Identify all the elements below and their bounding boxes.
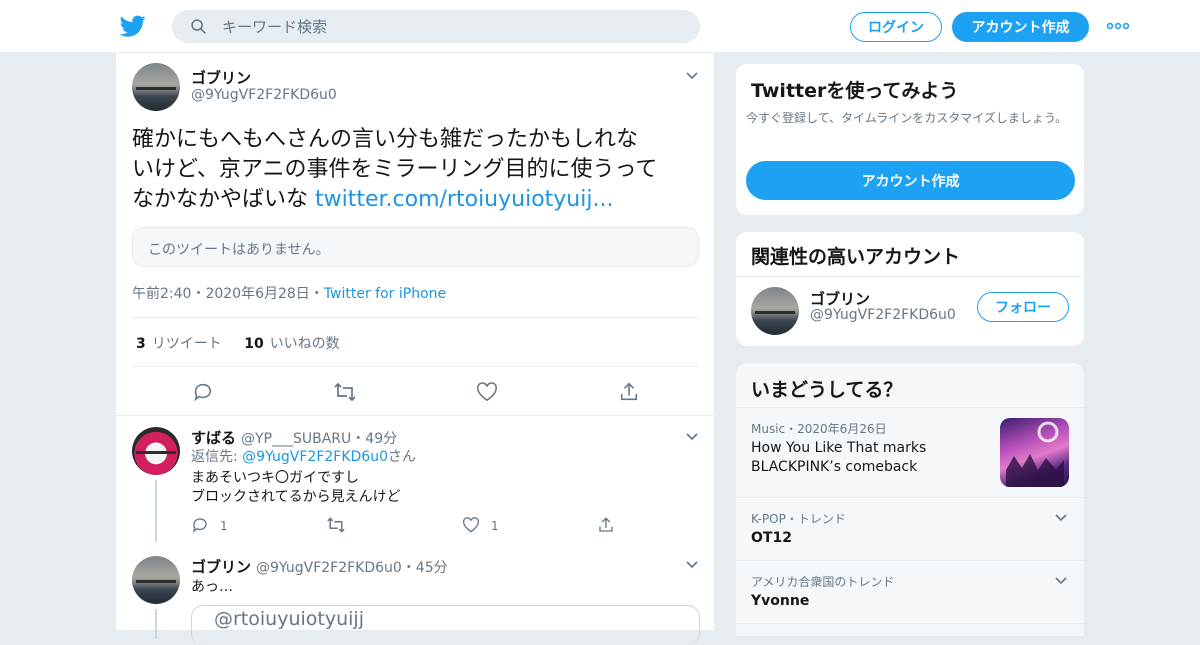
reply-to-mention[interactable]: @9YugVF2F2FKD6u0	[242, 449, 388, 465]
like-label: いいねの数	[269, 336, 340, 352]
reply-count: 1	[220, 519, 228, 533]
like-count: 10	[244, 336, 264, 352]
reply-to-prefix: 返信先:	[191, 449, 243, 465]
retweet-stat[interactable]: 3 リツイート	[136, 336, 222, 352]
link-card[interactable]: @rtoiuyuiotyuijj	[191, 605, 700, 645]
heart-icon[interactable]	[476, 382, 498, 402]
retweet-label: リツイート	[151, 336, 222, 352]
trend-name: OT12	[751, 530, 792, 546]
trend-item[interactable]: K-POP・トレンド OT12	[736, 497, 1084, 560]
divider	[132, 317, 699, 318]
twitter-bird-icon[interactable]	[120, 13, 146, 39]
thread-line	[155, 480, 157, 542]
avatar[interactable]	[132, 427, 180, 475]
reply-to-line: 返信先: @9YugVF2F2FKD6u0さん	[191, 447, 416, 467]
avatar[interactable]	[132, 63, 180, 111]
reply-icon[interactable]	[191, 516, 209, 534]
avatar[interactable]	[132, 556, 180, 604]
tweet-line-2: いけど、京アニの事件をミラーリング目的に使うって	[132, 157, 658, 182]
follow-button[interactable]: フォロー	[977, 292, 1069, 322]
search-box[interactable]	[172, 10, 700, 43]
related-title: 関連性の高いアカウント	[751, 246, 961, 268]
retweet-count: 3	[136, 336, 146, 352]
divider	[116, 415, 714, 416]
unavailable-quote: このツイートはありません。	[132, 227, 699, 267]
reply-author-name[interactable]: ゴブリン	[191, 556, 251, 577]
trend-thumbnail-image[interactable]	[1000, 418, 1069, 487]
reply-to-suffix: さん	[387, 449, 416, 465]
related-account-handle[interactable]: @9YugVF2F2FKD6u0	[810, 307, 956, 323]
timestamp-text[interactable]: 午前2:40・2020年6月28日・	[132, 286, 324, 302]
tweet-source-link[interactable]: Twitter for iPhone	[324, 286, 446, 302]
login-button[interactable]: ログイン	[850, 12, 942, 42]
trend-headline-line-2: BLACKPINK’s comeback	[751, 459, 918, 475]
chevron-down-icon[interactable]	[685, 71, 699, 81]
related-account-name[interactable]: ゴブリン	[810, 288, 870, 309]
tweet-link[interactable]: twitter.com/rtoiuyuiotyuij...	[315, 187, 613, 212]
trend-context: アメリカ合衆国のトレンド	[751, 575, 895, 589]
share-icon[interactable]	[618, 381, 640, 403]
tweet-text-fragment: なかなかやばいな	[132, 187, 315, 212]
tweet-line-1: 確かにもへもへさんの言い分も雑だったかもしれな	[132, 127, 639, 152]
divider	[132, 366, 699, 367]
reply-author-handle[interactable]: @YP___SUBARU・49分	[241, 428, 397, 448]
tweet-body: 確かにもへもへさんの言い分も雑だったかもしれな いけど、京アニの事件をミラーリン…	[132, 125, 707, 215]
related-accounts-panel: 関連性の高いアカウント ゴブリン @9YugVF2F2FKD6u0 フォロー	[735, 231, 1085, 347]
trends-title: いまどうしてる？	[751, 379, 903, 401]
chevron-down-icon[interactable]	[685, 560, 699, 570]
trend-context: K-POP・トレンド	[751, 512, 846, 526]
search-icon	[191, 19, 206, 34]
trend-item[interactable]: アメリカ合衆国のトレンド Yvonne	[736, 560, 1084, 623]
trend-item[interactable]	[736, 623, 1084, 638]
trend-headline-line-1: How You Like That marks	[751, 440, 927, 456]
signup-description: 今すぐ登録して、タイムラインをカスタマイズしましょう。	[746, 111, 1068, 125]
signup-button[interactable]: アカウント作成	[952, 12, 1089, 42]
share-icon[interactable]	[597, 516, 615, 534]
retweet-icon[interactable]	[333, 381, 357, 403]
signup-panel: Twitterを使ってみよう 今すぐ登録して、タイムラインをカスタマイズしましょ…	[735, 63, 1085, 216]
link-card-text: @rtoiuyuiotyuijj	[214, 608, 364, 630]
signup-title: Twitterを使ってみよう	[751, 80, 959, 102]
signup-panel-button[interactable]: アカウント作成	[746, 161, 1075, 200]
trends-panel: いまどうしてる？ Music・2020年6月26日 How You Like T…	[735, 362, 1085, 637]
reply-line-2: ブロックされてるから見えんけど	[191, 489, 401, 505]
author-handle[interactable]: @9YugVF2F2FKD6u0	[191, 87, 337, 103]
chevron-down-icon[interactable]	[1054, 513, 1068, 523]
chevron-down-icon[interactable]	[685, 432, 699, 442]
thread-line	[155, 609, 157, 639]
reply-line-1: あっ…	[191, 579, 233, 595]
trend-name: Yvonne	[751, 593, 810, 609]
reply-author-name[interactable]: すばる	[191, 427, 236, 448]
reply-line-1: まあそいつキ〇ガイですし	[191, 470, 359, 486]
chevron-down-icon[interactable]	[1054, 576, 1068, 586]
like-count: 1	[491, 519, 499, 533]
tweet-line-3: なかなかやばいな twitter.com/rtoiuyuiotyuij...	[132, 185, 707, 215]
tweet-stats: 3 リツイート 10 いいねの数	[136, 333, 340, 353]
retweet-icon[interactable]	[326, 516, 346, 534]
more-options-icon[interactable]	[1106, 17, 1130, 35]
like-stat[interactable]: 10 いいねの数	[244, 336, 339, 352]
divider	[736, 276, 1084, 277]
avatar[interactable]	[751, 287, 799, 335]
tweet-timestamp: 午前2:40・2020年6月28日・Twitter for iPhone	[132, 283, 446, 303]
top-nav-bar: ログイン アカウント作成	[0, 0, 1200, 53]
search-input[interactable]	[222, 10, 682, 43]
tweet-column: ゴブリン @9YugVF2F2FKD6u0 確かにもへもへさんの言い分も雑だった…	[115, 53, 715, 645]
trend-context: Music・2020年6月26日	[751, 422, 887, 436]
author-name[interactable]: ゴブリン	[191, 67, 251, 88]
heart-icon[interactable]	[462, 517, 480, 533]
reply-icon[interactable]	[192, 381, 214, 403]
trend-item[interactable]: Music・2020年6月26日 How You Like That marks…	[736, 407, 1084, 497]
reply-author-handle[interactable]: @9YugVF2F2FKD6u0・45分	[256, 557, 448, 577]
